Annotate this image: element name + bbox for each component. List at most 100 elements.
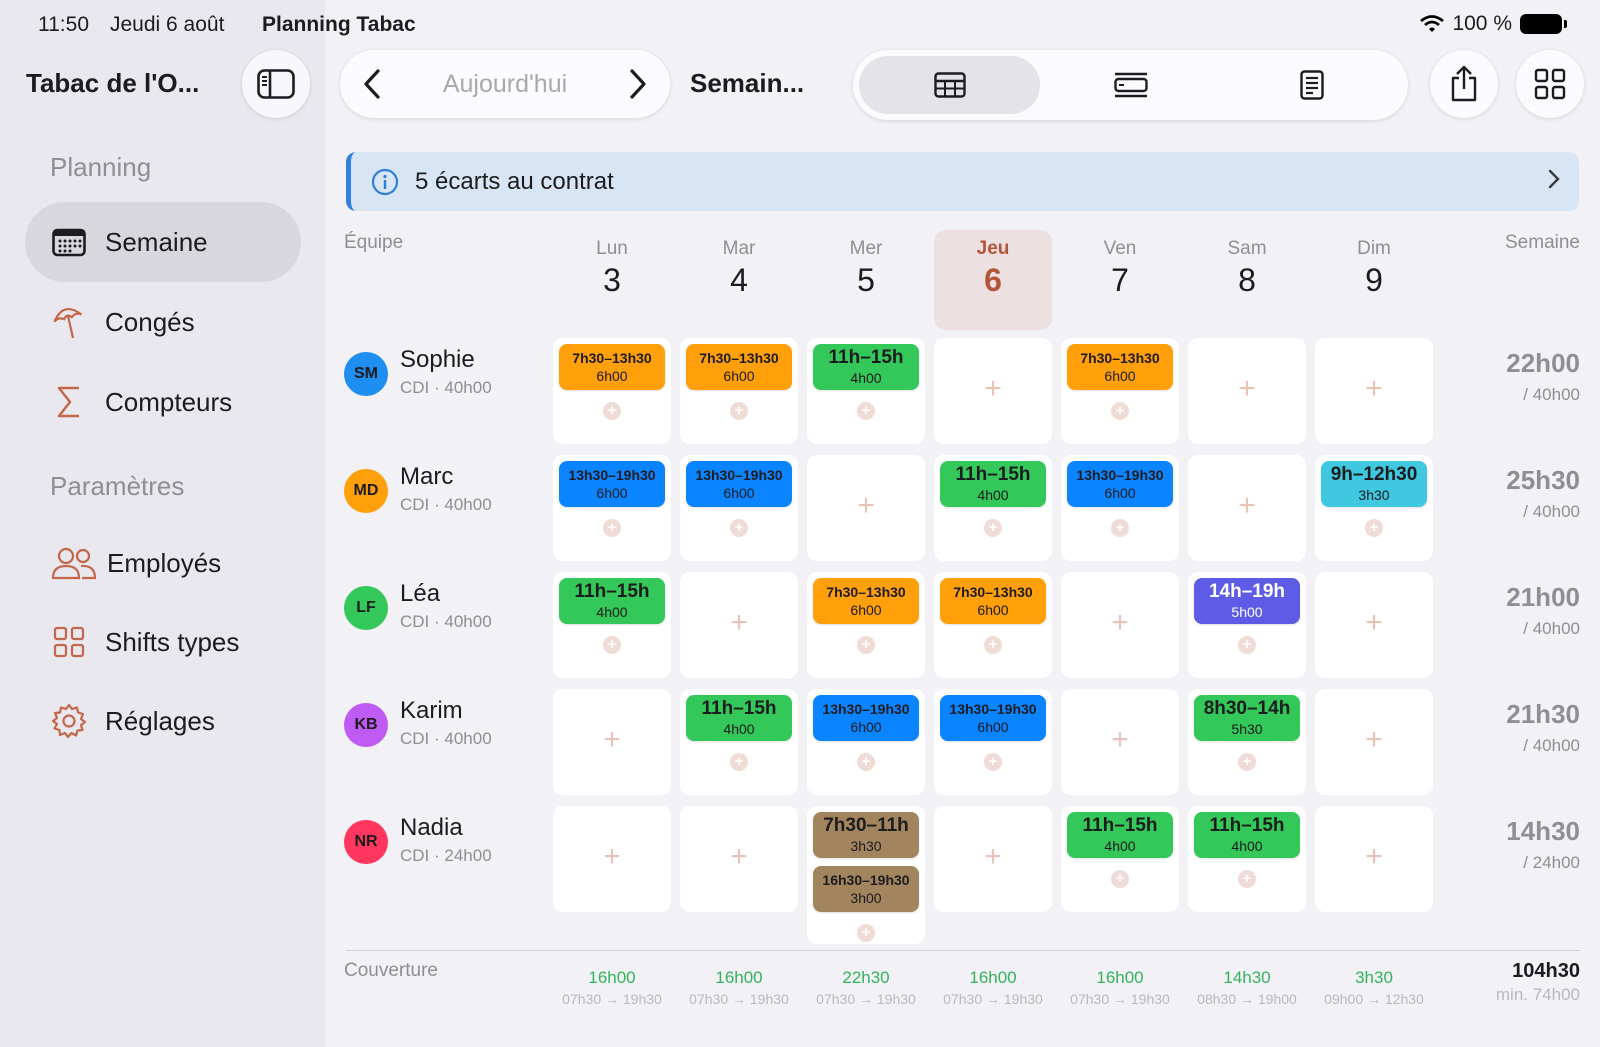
schedule-cell[interactable]: + — [1315, 689, 1433, 795]
shift-block[interactable]: 7h30–13h30 6h00 — [1067, 344, 1173, 390]
day-header-mer[interactable]: Mer 5 — [807, 230, 925, 330]
employee-marc[interactable]: MD Marc CDI · 40h00 — [344, 463, 544, 523]
sidebar-item-semaine[interactable]: Semaine — [25, 202, 301, 282]
day-header-mar[interactable]: Mar 4 — [680, 230, 798, 330]
shift-block[interactable]: 7h30–11h 3h30 — [813, 812, 919, 858]
schedule-cell[interactable]: 11h–15h 4h00 + — [1188, 806, 1306, 912]
sidebar-toggle-button[interactable] — [242, 50, 310, 118]
schedule-cell[interactable]: 13h30–19h30 6h00 + — [553, 455, 671, 561]
day-header-dim[interactable]: Dim 9 — [1315, 230, 1433, 330]
schedule-cell[interactable]: + — [1061, 572, 1179, 678]
shift-block[interactable]: 7h30–13h30 6h00 — [559, 344, 665, 390]
shift-block[interactable]: 13h30–19h30 6h00 — [686, 461, 792, 507]
shift-block[interactable]: 13h30–19h30 6h00 — [1067, 461, 1173, 507]
shift-block[interactable]: 7h30–13h30 6h00 — [686, 344, 792, 390]
add-shift-icon[interactable]: + — [857, 636, 875, 654]
add-shift-icon[interactable]: + — [1238, 753, 1256, 771]
shift-block[interactable]: 11h–15h 4h00 — [1194, 812, 1300, 858]
shift-block[interactable]: 8h30–14h 5h30 — [1194, 695, 1300, 741]
schedule-cell[interactable]: 13h30–19h30 6h00 + — [1061, 455, 1179, 561]
add-shift-icon[interactable]: + — [730, 519, 748, 537]
schedule-cell[interactable]: + — [1061, 689, 1179, 795]
chevron-left-icon[interactable] — [362, 68, 382, 100]
add-shift-icon[interactable]: + — [1061, 606, 1179, 640]
add-shift-icon[interactable]: + — [857, 402, 875, 420]
schedule-cell[interactable]: + — [1188, 338, 1306, 444]
schedule-cell[interactable]: + — [1315, 572, 1433, 678]
schedule-cell[interactable]: + — [680, 806, 798, 912]
add-shift-icon[interactable]: + — [553, 840, 671, 874]
shift-block[interactable]: 11h–15h 4h00 — [1067, 812, 1173, 858]
schedule-cell[interactable]: 11h–15h 4h00 + — [553, 572, 671, 678]
day-header-lun[interactable]: Lun 3 — [553, 230, 671, 330]
add-shift-icon[interactable]: + — [1315, 372, 1433, 406]
day-header-jeu[interactable]: Jeu 6 — [934, 230, 1052, 330]
day-header-ven[interactable]: Ven 7 — [1061, 230, 1179, 330]
schedule-cell[interactable]: 13h30–19h30 6h00 + — [680, 455, 798, 561]
shift-block[interactable]: 13h30–19h30 6h00 — [559, 461, 665, 507]
employee-sophie[interactable]: SM Sophie CDI · 40h00 — [344, 346, 544, 406]
add-shift-icon[interactable]: + — [984, 636, 1002, 654]
schedule-cell[interactable]: 9h–12h30 3h30 + — [1315, 455, 1433, 561]
schedule-cell[interactable]: + — [553, 689, 671, 795]
apps-grid-button[interactable] — [1516, 50, 1584, 118]
sidebar-item-shifts-types[interactable]: Shifts types — [25, 602, 301, 682]
add-shift-icon[interactable]: + — [1061, 723, 1179, 757]
add-shift-icon[interactable]: + — [857, 924, 875, 942]
view-mode-timeline[interactable] — [1040, 56, 1221, 114]
schedule-cell[interactable]: 11h–15h 4h00 + — [807, 338, 925, 444]
schedule-cell[interactable]: 7h30–13h30 6h00 + — [680, 338, 798, 444]
add-shift-icon[interactable]: + — [1315, 840, 1433, 874]
add-shift-icon[interactable]: + — [1365, 519, 1383, 537]
schedule-cell[interactable]: 11h–15h 4h00 + — [934, 455, 1052, 561]
add-shift-icon[interactable]: + — [553, 723, 671, 757]
schedule-cell[interactable]: + — [807, 455, 925, 561]
sidebar-item-reglages[interactable]: Réglages — [25, 681, 301, 761]
employee-léa[interactable]: LF Léa CDI · 40h00 — [344, 580, 544, 640]
schedule-cell[interactable]: 7h30–13h30 6h00 + — [1061, 338, 1179, 444]
shift-block[interactable]: 16h30–19h30 3h00 — [813, 866, 919, 912]
shift-block[interactable]: 14h–19h 5h00 — [1194, 578, 1300, 624]
sidebar-item-employes[interactable]: Employés — [25, 523, 301, 603]
schedule-cell[interactable]: 13h30–19h30 6h00 + — [807, 689, 925, 795]
add-shift-icon[interactable]: + — [1111, 870, 1129, 888]
add-shift-icon[interactable]: + — [807, 489, 925, 523]
add-shift-icon[interactable]: + — [857, 753, 875, 771]
add-shift-icon[interactable]: + — [1188, 489, 1306, 523]
chevron-right-icon[interactable] — [628, 68, 648, 100]
schedule-cell[interactable]: 7h30–13h30 6h00 + — [807, 572, 925, 678]
contract-deviation-banner[interactable]: 5 écarts au contrat — [346, 152, 1579, 211]
schedule-cell[interactable]: + — [1315, 338, 1433, 444]
sidebar-item-compteurs[interactable]: Compteurs — [25, 362, 301, 442]
add-shift-icon[interactable]: + — [603, 402, 621, 420]
add-shift-icon[interactable]: + — [730, 753, 748, 771]
shift-block[interactable]: 11h–15h 4h00 — [559, 578, 665, 624]
shift-block[interactable]: 7h30–13h30 6h00 — [813, 578, 919, 624]
day-header-sam[interactable]: Sam 8 — [1188, 230, 1306, 330]
schedule-cell[interactable]: 14h–19h 5h00 + — [1188, 572, 1306, 678]
add-shift-icon[interactable]: + — [1188, 372, 1306, 406]
add-shift-icon[interactable]: + — [603, 519, 621, 537]
view-mode-table[interactable] — [859, 56, 1040, 114]
add-shift-icon[interactable]: + — [1238, 870, 1256, 888]
schedule-cell[interactable]: + — [680, 572, 798, 678]
shift-block[interactable]: 13h30–19h30 6h00 — [940, 695, 1046, 741]
add-shift-icon[interactable]: + — [680, 606, 798, 640]
schedule-cell[interactable]: + — [934, 806, 1052, 912]
add-shift-icon[interactable]: + — [603, 636, 621, 654]
add-shift-icon[interactable]: + — [934, 840, 1052, 874]
schedule-cell[interactable]: 13h30–19h30 6h00 + — [934, 689, 1052, 795]
add-shift-icon[interactable]: + — [1315, 723, 1433, 757]
add-shift-icon[interactable]: + — [1315, 606, 1433, 640]
schedule-cell[interactable]: 7h30–13h30 6h00 + — [934, 572, 1052, 678]
shift-block[interactable]: 11h–15h 4h00 — [813, 344, 919, 390]
shift-block[interactable]: 7h30–13h30 6h00 — [940, 578, 1046, 624]
employee-karim[interactable]: KB Karim CDI · 40h00 — [344, 697, 544, 757]
add-shift-icon[interactable]: + — [1111, 402, 1129, 420]
share-button[interactable] — [1430, 50, 1498, 118]
add-shift-icon[interactable]: + — [730, 402, 748, 420]
schedule-cell[interactable]: + — [1315, 806, 1433, 912]
schedule-cell[interactable]: 11h–15h 4h00 + — [1061, 806, 1179, 912]
shift-block[interactable]: 11h–15h 4h00 — [686, 695, 792, 741]
schedule-cell[interactable]: + — [934, 338, 1052, 444]
